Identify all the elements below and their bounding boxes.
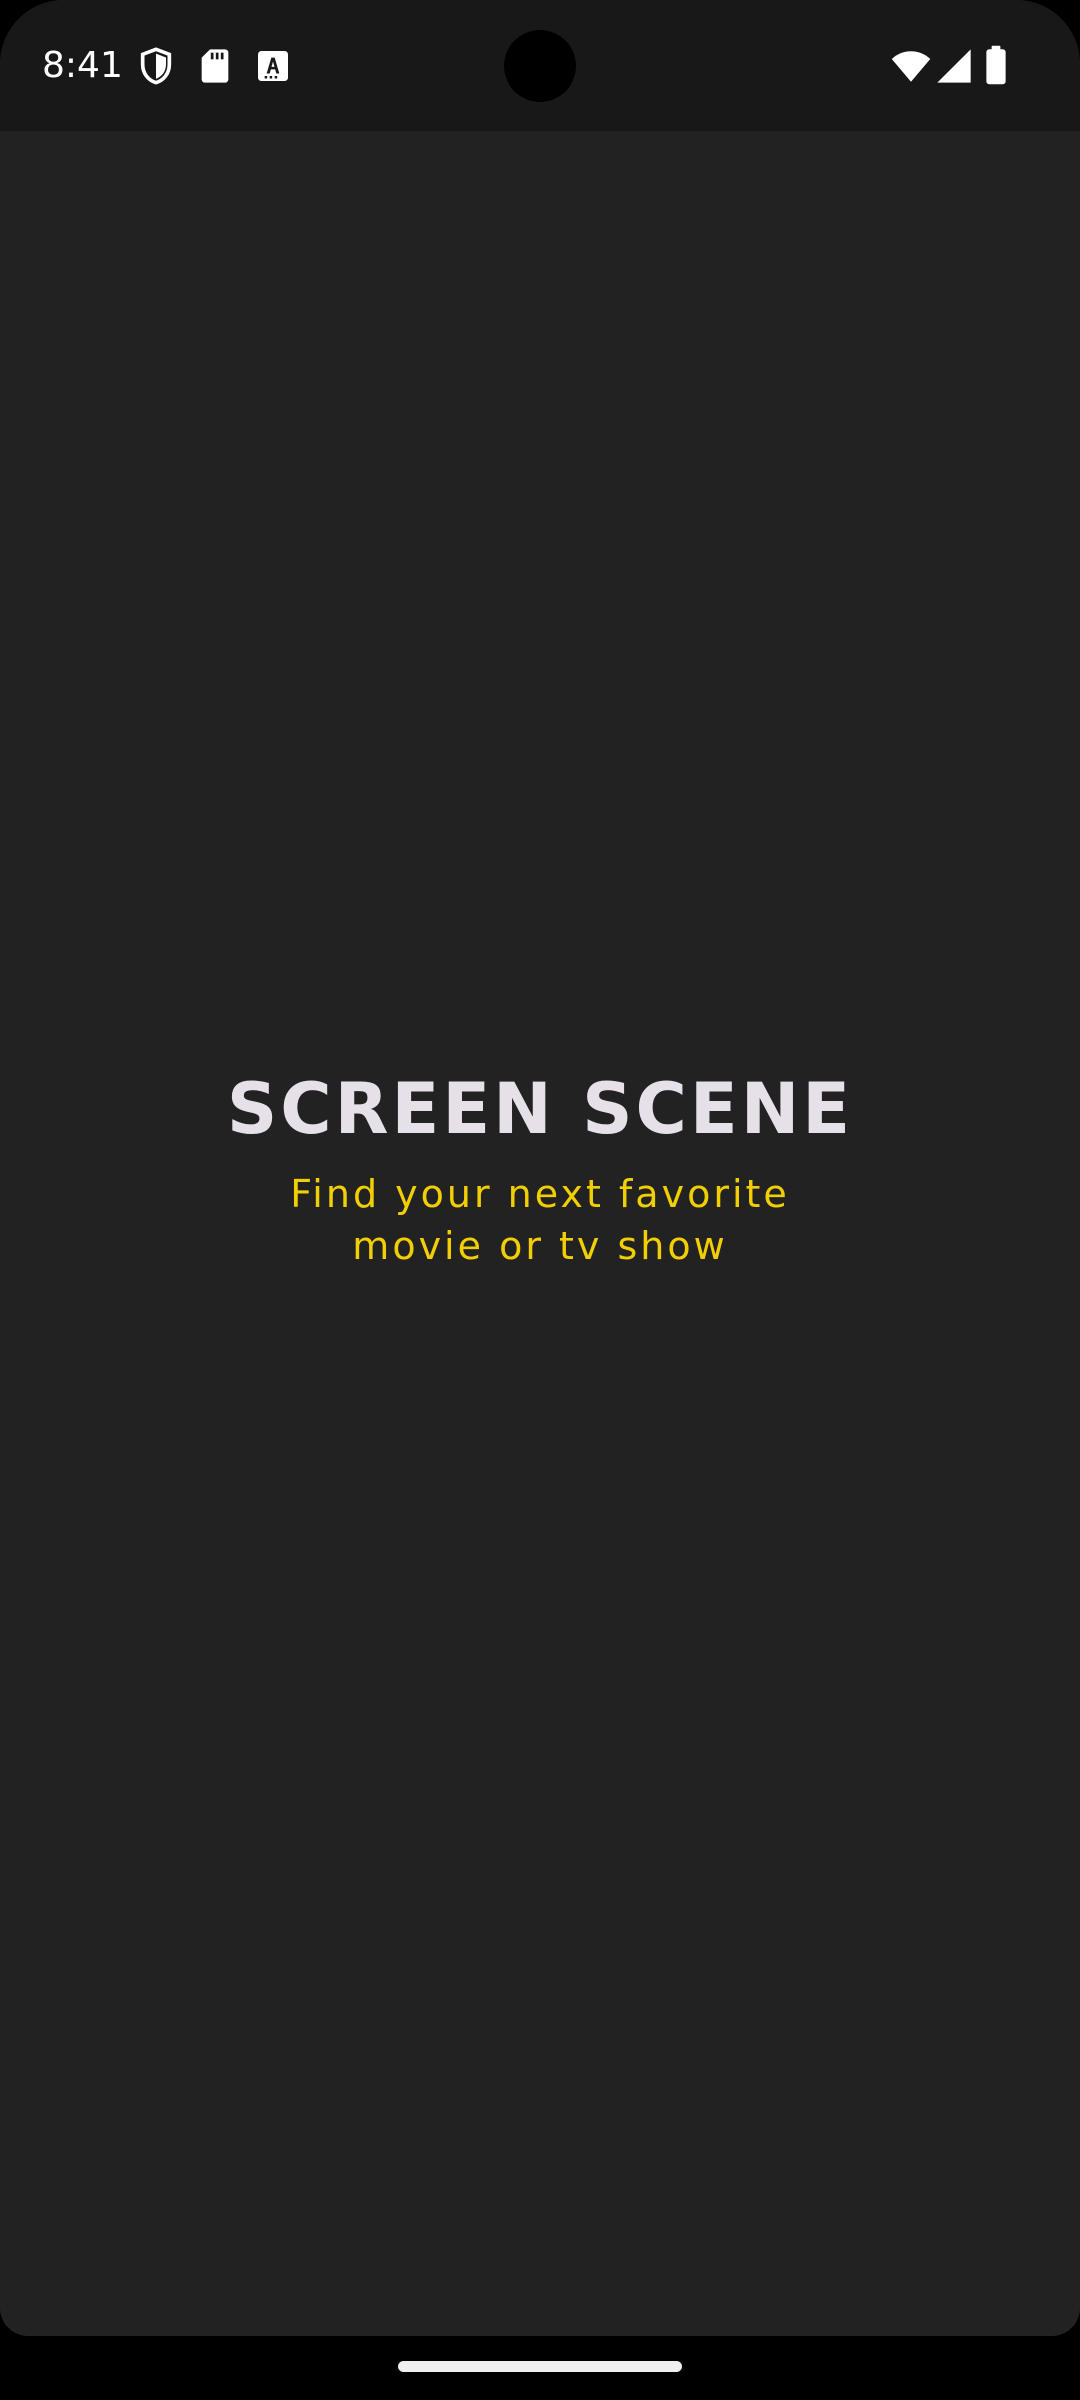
wifi-icon: [891, 51, 931, 82]
camera-cutout: [504, 30, 576, 102]
sd-card-icon: [201, 49, 229, 83]
status-bar: 8:41: [0, 0, 1080, 131]
app-tagline: Find your next favorite movie or tv show: [290, 1172, 790, 1268]
shield-icon: [140, 47, 172, 85]
app-title: SCREEN SCENE: [226, 1068, 854, 1150]
text-box-icon: [258, 51, 288, 81]
home-indicator[interactable]: [398, 2361, 682, 2372]
battery-icon: [986, 45, 1006, 85]
splash-content: SCREEN SCENE Find your next favorite mov…: [0, 1062, 1080, 1272]
app-screen: 8:41 SCREEN SCENE Find your next favorit…: [0, 0, 1080, 2336]
cell-signal-icon: [937, 49, 971, 83]
status-time: 8:41: [42, 45, 123, 86]
device-frame: 8:41 SCREEN SCENE Find your next favorit…: [0, 0, 1080, 2400]
